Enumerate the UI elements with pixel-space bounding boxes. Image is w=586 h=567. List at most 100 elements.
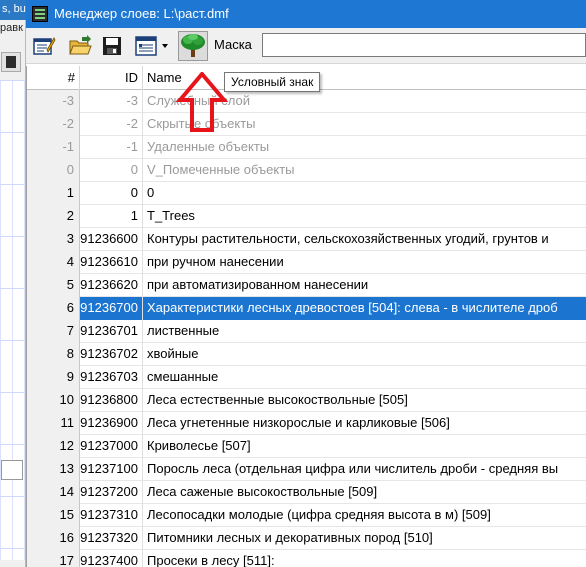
background-app-title: s, bui xyxy=(2,3,29,15)
row-number: 13 xyxy=(27,458,80,481)
background-app-window: s, bui равк xyxy=(0,0,29,567)
row-number: 16 xyxy=(27,527,80,550)
symbol-button[interactable] xyxy=(178,31,208,61)
row-name: T_Trees xyxy=(147,208,195,223)
table-row[interactable]: 5 91236620 при автоматизированном нанесени… xyxy=(27,274,586,297)
row-name: Леса угнетенные низкорослые и карликовые… xyxy=(147,415,450,430)
row-id: 91236800 xyxy=(80,389,143,412)
row-number: 10 xyxy=(27,389,80,412)
row-id: 91237400 xyxy=(80,550,143,567)
row-name: Леса естественные высокоствольные [505] xyxy=(147,392,408,407)
row-id: 0 xyxy=(80,159,143,182)
table-row[interactable]: 8 91236702 хвойные xyxy=(27,343,586,366)
tooltip: Условный знак xyxy=(224,72,321,92)
table-row[interactable]: 10 91236800 Леса естественные высокостволь… xyxy=(27,389,586,412)
row-id: 91237100 xyxy=(80,458,143,481)
row-name: Питомники лесных и декоративных пород [5… xyxy=(147,530,433,545)
table-row[interactable]: -3 -3 Служебный слой xyxy=(27,90,586,113)
row-id: 91237310 xyxy=(80,504,143,527)
row-id: 0 xyxy=(80,182,143,205)
background-app-tool-button[interactable] xyxy=(1,52,21,72)
row-number: 0 xyxy=(27,159,80,182)
row-id: -1 xyxy=(80,136,143,159)
background-app-titlebar: s, bui xyxy=(0,0,29,20)
table-row[interactable]: 2 1 T_Trees xyxy=(27,205,586,228)
window-titlebar[interactable]: Менеджер слоев: L:\раст.dmf xyxy=(26,0,586,28)
row-number: 17 xyxy=(27,550,80,567)
table-row[interactable]: 3 91236600 Контуры растительности, сельско… xyxy=(27,228,586,251)
open-folder-icon xyxy=(69,35,92,55)
row-number: 9 xyxy=(27,366,80,389)
row-number: 8 xyxy=(27,343,80,366)
layers-table: # ID Name -3 -3 Служебный слой -2 -2 Скрытые … xyxy=(26,66,586,567)
row-id: -3 xyxy=(80,90,143,113)
toolbar: Маска xyxy=(26,28,586,64)
row-number: 6 xyxy=(27,297,80,320)
row-number: 3 xyxy=(27,228,80,251)
columns-dropdown-icon xyxy=(135,36,168,56)
table-row[interactable]: 16 91237320 Питомники лесных и декоративны… xyxy=(27,527,586,550)
row-id: 91236600 xyxy=(80,228,143,251)
row-name: при ручном нанесении xyxy=(147,254,284,269)
table-row-selected[interactable]: 6 91236700 Характеристики лесных древостое… xyxy=(27,297,586,320)
row-name: Просеки в лесу [511]: xyxy=(147,553,275,567)
row-number: -3 xyxy=(27,90,80,113)
row-number: 2 xyxy=(27,205,80,228)
open-button[interactable] xyxy=(68,34,92,58)
mask-input[interactable] xyxy=(262,33,586,57)
table-row[interactable]: 13 91237100 Поросль леса (отдельная цифра … xyxy=(27,458,586,481)
background-app-input[interactable] xyxy=(1,460,23,480)
tree-symbol-icon xyxy=(181,34,205,57)
row-name: хвойные xyxy=(147,346,199,361)
table-row[interactable]: 17 91237400 Просеки в лесу [511]: xyxy=(27,550,586,567)
row-name: смешанные xyxy=(147,369,219,384)
row-id: 91237200 xyxy=(80,481,143,504)
save-button[interactable] xyxy=(100,34,124,58)
row-id: 91236620 xyxy=(80,274,143,297)
column-header-id[interactable]: ID xyxy=(80,66,143,90)
row-id: -2 xyxy=(80,113,143,136)
table-row[interactable]: 7 91236701 лиственные xyxy=(27,320,586,343)
row-name: Поросль леса (отдельная цифра или числит… xyxy=(147,461,559,476)
row-name: Удаленные объекты xyxy=(147,139,270,154)
app-icon xyxy=(32,6,48,22)
column-header-num[interactable]: # xyxy=(27,66,80,90)
layer-manager-window: Менеджер слоев: L:\раст.dmf Маска # ID N… xyxy=(26,0,586,567)
row-number: 11 xyxy=(27,412,80,435)
window-title: Менеджер слоев: L:\раст.dmf xyxy=(54,6,229,21)
table-row[interactable]: 11 91236900 Леса угнетенные низкорослые и … xyxy=(27,412,586,435)
table-row[interactable]: -2 -2 Скрытые объекты xyxy=(27,113,586,136)
row-number: 1 xyxy=(27,182,80,205)
table-row[interactable]: -1 -1 Удаленные объекты xyxy=(27,136,586,159)
row-id: 91237000 xyxy=(80,435,143,458)
row-name: Криволесье [507] xyxy=(147,438,251,453)
row-number: 12 xyxy=(27,435,80,458)
table-row[interactable]: 100 xyxy=(27,182,586,205)
row-id: 91237320 xyxy=(80,527,143,550)
row-name: лиственные xyxy=(147,323,220,338)
row-name: Характеристики лесных древостоев [504]: … xyxy=(143,297,586,320)
background-app-canvas[interactable] xyxy=(0,80,25,560)
row-name: Контуры растительности, сельскохозяйстве… xyxy=(147,231,549,246)
edit-list-button[interactable] xyxy=(32,34,56,58)
table-row[interactable]: 14 91237200 Леса саженые высокоствольные [… xyxy=(27,481,586,504)
row-name: Лесопосадки молодые (цифра средняя высот… xyxy=(147,507,491,522)
table-row[interactable]: 15 91237310 Лесопосадки молодые (цифра сре… xyxy=(27,504,586,527)
row-id: 91236701 xyxy=(80,320,143,343)
row-name: при автоматизированном нанесении xyxy=(147,277,369,292)
table-row[interactable]: 0 0 V_Помеченные объекты xyxy=(27,159,586,182)
table-row[interactable]: 9 91236703 смешанные xyxy=(27,366,586,389)
table-row[interactable]: 4 91236610 при ручном нанесении xyxy=(27,251,586,274)
row-name: V_Помеченные объекты xyxy=(147,162,295,177)
mask-label: Маска xyxy=(214,37,252,52)
row-number: -1 xyxy=(27,136,80,159)
row-id: 91236610 xyxy=(80,251,143,274)
row-number: 4 xyxy=(27,251,80,274)
row-id: 1 xyxy=(80,205,143,228)
row-id: 91236702 xyxy=(80,343,143,366)
columns-dropdown-button[interactable] xyxy=(134,34,172,58)
background-app-menu[interactable]: равк xyxy=(0,22,23,34)
row-number: 5 xyxy=(27,274,80,297)
row-name: Леса саженые высокоствольные [509] xyxy=(147,484,378,499)
table-row[interactable]: 12 91237000 Криволесье [507] xyxy=(27,435,586,458)
